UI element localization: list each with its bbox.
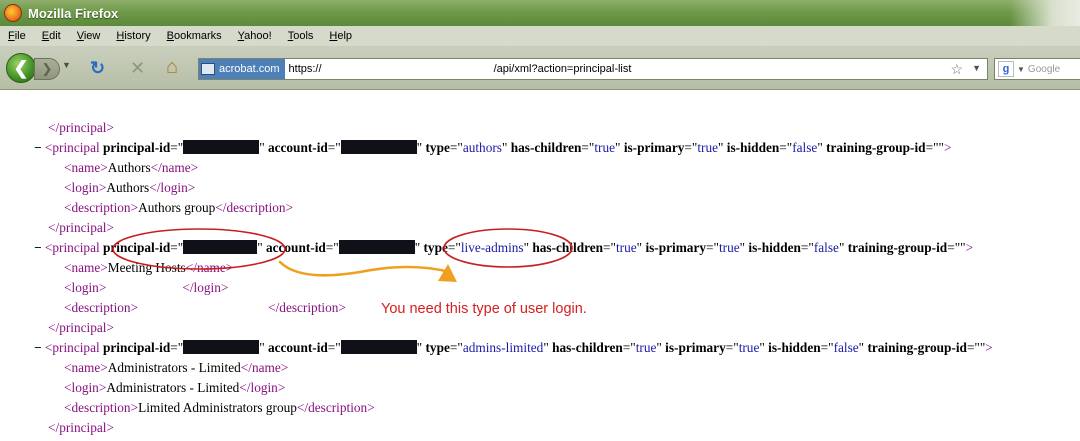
site-badge-label: acrobat.com bbox=[219, 63, 280, 75]
menu-yahoo[interactable]: Yahoo! bbox=[238, 30, 272, 42]
search-engine-dropdown-icon[interactable]: ▼ bbox=[1017, 65, 1025, 74]
site-favicon-icon bbox=[201, 63, 215, 75]
xml-line-close-principal-2: </principal> bbox=[48, 320, 114, 335]
xml-line-close-principal-0: </principal> bbox=[48, 120, 114, 135]
xml-line-description-2: <description> </description> bbox=[64, 300, 346, 315]
annotation-note: You need this type of user login. bbox=[381, 301, 587, 317]
title-bar: Mozilla Firefox bbox=[0, 0, 1080, 26]
menu-file[interactable]: File bbox=[8, 30, 26, 42]
xml-line-name-3: <name>Administrators - Limited</name> bbox=[64, 360, 289, 375]
collapse-toggle[interactable]: − bbox=[34, 340, 42, 355]
url-path: /api/xml?action=principal-list bbox=[493, 63, 632, 75]
forward-arrow-icon: ❯ bbox=[41, 61, 53, 76]
url-bar[interactable]: acrobat.com https:// /api/xml?action=prin… bbox=[198, 58, 988, 80]
stop-icon[interactable]: ✕ bbox=[130, 58, 145, 79]
menu-view[interactable]: View bbox=[77, 30, 101, 42]
menu-history[interactable]: History bbox=[116, 30, 150, 42]
xml-line-login-2: <login> </login> bbox=[64, 280, 229, 295]
title-bar-decoration bbox=[1010, 0, 1080, 26]
history-dropdown-icon[interactable]: ▼ bbox=[62, 60, 71, 70]
url-text[interactable]: https:// /api/xml?action=principal-list bbox=[289, 63, 632, 75]
collapse-toggle[interactable]: − bbox=[34, 140, 42, 155]
navigation-toolbar: ❮ ❯ ▼ ↻ ✕ ⌂ acrobat.com https:// /api/xml… bbox=[0, 46, 1080, 90]
bookmark-star-icon[interactable]: ☆ bbox=[950, 61, 963, 78]
xml-line-close-principal-1: </principal> bbox=[48, 220, 114, 235]
xml-line-name-2: <name>Meeting Hosts</name> bbox=[64, 260, 234, 275]
redacted-value bbox=[183, 340, 260, 354]
url-scheme: https:// bbox=[288, 63, 322, 75]
redacted-value bbox=[338, 240, 415, 254]
forward-button[interactable]: ❯ bbox=[34, 58, 60, 80]
site-identity-badge[interactable]: acrobat.com bbox=[199, 59, 285, 79]
xml-line-close-principal-3: </principal> bbox=[48, 420, 114, 435]
collapse-toggle[interactable]: − bbox=[34, 240, 42, 255]
xml-line-principal-1: − <principal principal-id=" " account-id=… bbox=[34, 140, 952, 155]
menu-bookmarks[interactable]: Bookmarks bbox=[167, 30, 222, 42]
firefox-logo-icon bbox=[4, 4, 22, 22]
xml-document-view: </principal> − <principal principal-id="… bbox=[0, 90, 1080, 441]
search-input[interactable]: Google bbox=[1028, 64, 1060, 75]
xml-line-principal-3: − <principal principal-id=" " account-id=… bbox=[34, 340, 993, 355]
redacted-value bbox=[183, 240, 258, 254]
reload-icon[interactable]: ↻ bbox=[90, 58, 105, 79]
menu-edit[interactable]: Edit bbox=[42, 30, 61, 42]
back-arrow-icon: ❮ bbox=[13, 57, 29, 78]
xml-line-login-3: <login>Administrators - Limited</login> bbox=[64, 380, 286, 395]
search-bar[interactable]: g ▼ Google bbox=[994, 58, 1080, 80]
google-engine-icon[interactable]: g bbox=[998, 61, 1014, 77]
menu-bar: File Edit View History Bookmarks Yahoo! … bbox=[0, 26, 1080, 46]
xml-line-principal-2: − <principal principal-id=" " account-id=… bbox=[34, 240, 974, 255]
home-icon[interactable]: ⌂ bbox=[166, 56, 178, 79]
xml-line-description-3: <description>Limited Administrators grou… bbox=[64, 400, 375, 415]
redacted-value bbox=[340, 140, 417, 154]
xml-line-name-1: <name>Authors</name> bbox=[64, 160, 199, 175]
xml-line-description-1: <description>Authors group</description> bbox=[64, 200, 294, 215]
redacted-value bbox=[183, 140, 260, 154]
url-dropdown-icon[interactable]: ▼ bbox=[972, 63, 981, 73]
back-button[interactable]: ❮ bbox=[6, 53, 36, 83]
menu-help[interactable]: Help bbox=[329, 30, 352, 42]
redacted-value bbox=[340, 340, 417, 354]
menu-tools[interactable]: Tools bbox=[288, 30, 314, 42]
xml-line-login-1: <login>Authors</login> bbox=[64, 180, 196, 195]
window-title: Mozilla Firefox bbox=[28, 5, 119, 21]
